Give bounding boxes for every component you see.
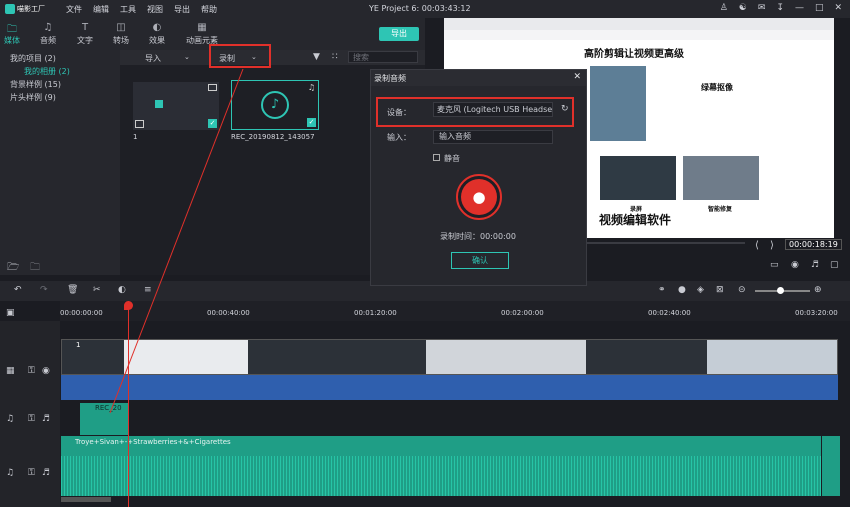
record-time: 录制时间：00:00:00 [440, 232, 516, 241]
microphone-icon: ● [461, 179, 497, 215]
confirm-button[interactable]: 确认 [451, 252, 509, 269]
record-audio-dialog: 录制音频 ✕ 设备： 麦克风 (Logitech USB Headse ↻ 输入… [370, 69, 587, 286]
dialog-title: 录制音频 [374, 74, 406, 83]
close-icon[interactable]: ✕ [573, 72, 581, 82]
input-select[interactable]: 输入音频 [433, 130, 553, 144]
mute-checkbox[interactable] [433, 154, 440, 161]
input-label: 输入： [387, 133, 411, 142]
mute-label: 静音 [444, 154, 460, 163]
device-value: 麦克风 (Logitech USB Headse [437, 105, 553, 114]
device-select[interactable]: 麦克风 (Logitech USB Headse [433, 102, 553, 117]
dialog-titlebar: 录制音频 ✕ [371, 70, 586, 86]
record-button[interactable]: ● [456, 174, 502, 220]
annotation-line [109, 68, 244, 414]
input-value: 输入音频 [439, 132, 471, 141]
device-label: 设备： [387, 108, 411, 117]
refresh-icon[interactable]: ↻ [561, 104, 569, 114]
